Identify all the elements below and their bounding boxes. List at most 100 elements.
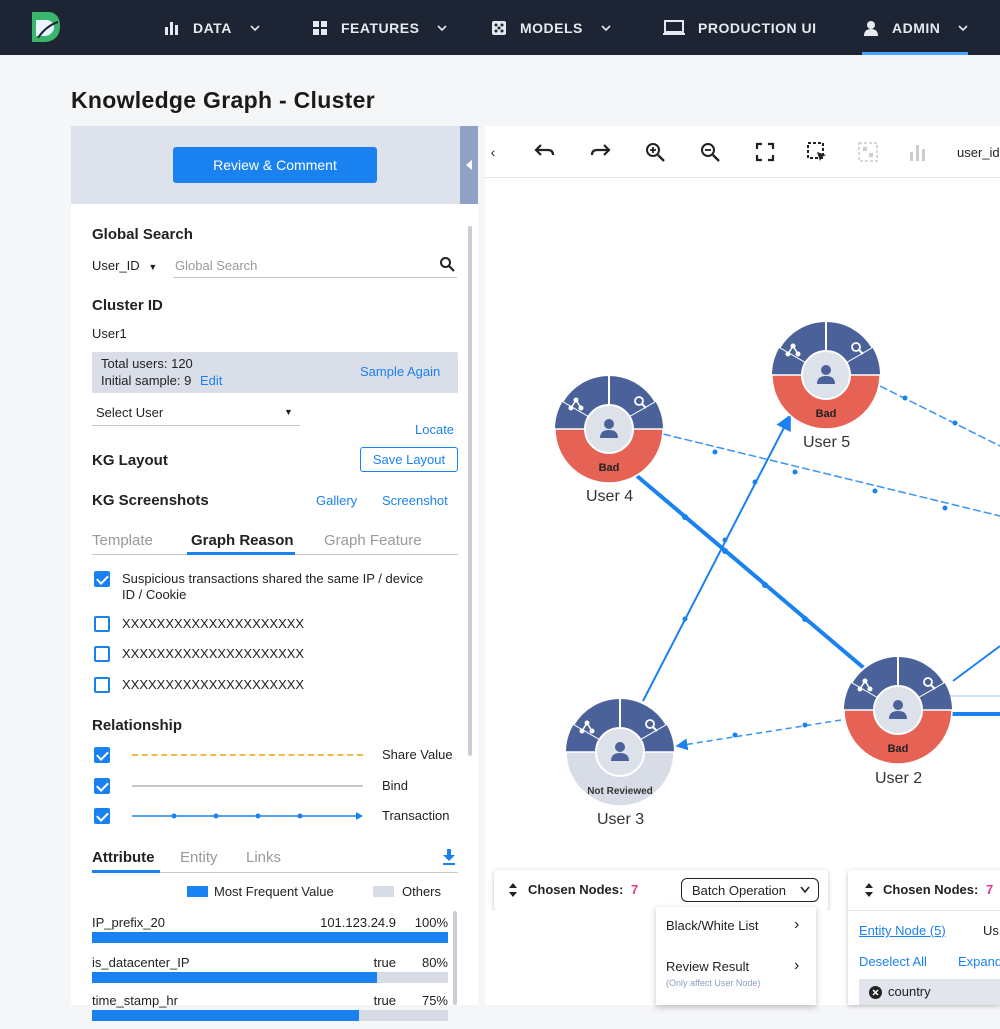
nav-admin[interactable]: ADMIN <box>862 0 969 55</box>
review-comment-button[interactable]: Review & Comment <box>173 147 377 183</box>
attribute-value: 101.123.24.9 <box>320 915 396 930</box>
deselect-all-link[interactable]: Deselect All <box>859 954 927 969</box>
edge-user4-user2[interactable] <box>635 474 867 671</box>
tab-attribute[interactable]: Attribute <box>92 849 155 866</box>
search-field-select[interactable]: User_ID ▼ <box>92 258 157 273</box>
batch-operation-menu: Black/White List › Review Result › (Only… <box>656 907 816 1005</box>
user-icon <box>821 365 831 375</box>
user-icon <box>604 419 614 429</box>
bind-label: Bind <box>382 778 409 793</box>
reason-checkbox-3[interactable] <box>94 646 110 662</box>
chosen-nodes-card-1: Chosen Nodes: 7 Batch Operation <box>494 870 828 910</box>
select-user-label: Select User <box>96 405 164 420</box>
graph-node-user-5[interactable]: Bad <box>771 319 881 430</box>
attribute-row[interactable]: time_stamp_hr true 75% <box>92 993 448 1029</box>
country-chip[interactable]: country <box>859 979 1000 1005</box>
node-status-label: Bad <box>888 743 909 755</box>
bind-line <box>132 785 363 787</box>
attribute-pct: 80% <box>421 955 448 970</box>
chosen-nodes-label-2: Chosen Nodes: <box>883 882 979 897</box>
grid-icon <box>311 19 329 37</box>
relationship-checkbox-share[interactable] <box>94 747 110 763</box>
chevron-down-icon <box>437 24 447 31</box>
dice-icon <box>490 19 508 37</box>
tab-template[interactable]: Template <box>92 532 153 549</box>
nav-data-label: DATA <box>193 19 232 36</box>
download-icon[interactable] <box>442 849 456 865</box>
nav-features[interactable]: FEATURES <box>311 0 447 55</box>
sample-again-link[interactable]: Sample Again <box>360 364 440 379</box>
nav-data[interactable]: DATA <box>163 0 260 55</box>
app-logo[interactable] <box>26 8 64 46</box>
attribute-name: time_stamp_hr <box>92 993 178 1008</box>
left-scrollbar[interactable] <box>468 226 472 756</box>
chevron-down-icon <box>601 24 611 31</box>
legend-others-label: Others <box>402 884 442 899</box>
graph-node-user-3[interactable]: Not Reviewed <box>565 696 675 807</box>
menu-black-white-list[interactable]: Black/White List <box>666 918 758 933</box>
tab-entity[interactable]: Entity <box>180 849 218 866</box>
reason-checkbox-2[interactable] <box>94 616 110 632</box>
node-status-label: Bad <box>599 462 620 474</box>
tab-links[interactable]: Links <box>246 849 281 866</box>
relationship-checkbox-bind[interactable] <box>94 778 110 794</box>
nav-production-label: PRODUCTION UI <box>698 19 817 36</box>
legend-most-label: Most Frequent Value <box>214 884 334 899</box>
attribute-row[interactable]: IP_prefix_20 101.123.24.9 100% <box>92 915 448 951</box>
user-icon <box>615 742 625 752</box>
attribute-pct: 75% <box>421 993 448 1008</box>
reason-checkbox-1[interactable] <box>94 571 110 587</box>
attribute-row[interactable]: is_datacenter_IP true 80% <box>92 955 448 991</box>
legend-most-swatch <box>187 886 208 897</box>
tab-graph-reason[interactable]: Graph Reason <box>191 532 294 549</box>
expand-link[interactable]: Expand <box>958 954 1000 969</box>
user-node-tab[interactable]: Us <box>983 923 999 938</box>
select-user-dropdown[interactable]: Select User <box>96 405 163 420</box>
nav-models[interactable]: MODELS <box>490 0 611 55</box>
attr-active-tab-indicator <box>92 870 160 873</box>
attr-scrollbar[interactable] <box>453 911 457 1005</box>
node-status-label: Not Reviewed <box>587 786 653 797</box>
edge-user2-upright[interactable] <box>952 645 1000 682</box>
attribute-bar-fill <box>92 932 448 943</box>
global-search-input[interactable]: Global Search <box>175 258 257 273</box>
top-navbar: DATA FEATURES MODELS PRODUCTION UI ADMIN <box>0 0 1000 55</box>
user-icon <box>862 19 880 37</box>
edge-user3-user5[interactable] <box>642 414 791 702</box>
menu-review-result[interactable]: Review Result <box>666 959 749 974</box>
nav-admin-label: ADMIN <box>892 19 941 36</box>
nav-production-ui[interactable]: PRODUCTION UI <box>662 0 817 55</box>
relationship-checkbox-transaction[interactable] <box>94 808 110 824</box>
global-search-title: Global Search <box>92 226 193 243</box>
save-layout-button[interactable]: Save Layout <box>360 447 458 472</box>
caret-down-icon: ▼ <box>284 407 293 417</box>
tab-graph-feature[interactable]: Graph Feature <box>324 532 422 549</box>
graph-node-user-2[interactable]: Bad <box>843 654 953 765</box>
search-icon[interactable] <box>439 256 455 272</box>
edit-link[interactable]: Edit <box>200 373 222 388</box>
attribute-bar-track <box>92 972 448 983</box>
locate-link[interactable]: Locate <box>415 422 454 437</box>
edge-user2-user3[interactable] <box>675 719 842 751</box>
sort-icon[interactable] <box>864 882 874 898</box>
relationship-title: Relationship <box>92 717 183 734</box>
entity-node-tab[interactable]: Entity Node (5) <box>859 923 946 938</box>
kg-layout-title: KG Layout <box>92 452 168 469</box>
batch-operation-dropdown[interactable]: Batch Operation <box>681 878 819 902</box>
remove-icon[interactable] <box>869 986 882 999</box>
sort-icon[interactable] <box>508 882 518 898</box>
reason-checkbox-4[interactable] <box>94 677 110 693</box>
chevron-down-icon <box>800 886 810 894</box>
monitor-icon <box>662 19 686 37</box>
attribute-bar-fill <box>92 1010 359 1021</box>
nav-models-label: MODELS <box>520 19 583 36</box>
gallery-link[interactable]: Gallery <box>316 493 357 508</box>
collapse-panel-tab[interactable] <box>460 126 478 204</box>
node-label-user5: User 5 <box>803 434 851 451</box>
graph-node-user-4[interactable]: Bad <box>554 373 664 484</box>
batch-operation-label: Batch Operation <box>692 882 786 898</box>
chevron-right-icon: › <box>794 916 800 933</box>
edge-user5-right[interactable] <box>879 385 1000 447</box>
screenshot-link[interactable]: Screenshot <box>382 493 448 508</box>
reason-text-2: XXXXXXXXXXXXXXXXXXXXX <box>122 616 305 631</box>
